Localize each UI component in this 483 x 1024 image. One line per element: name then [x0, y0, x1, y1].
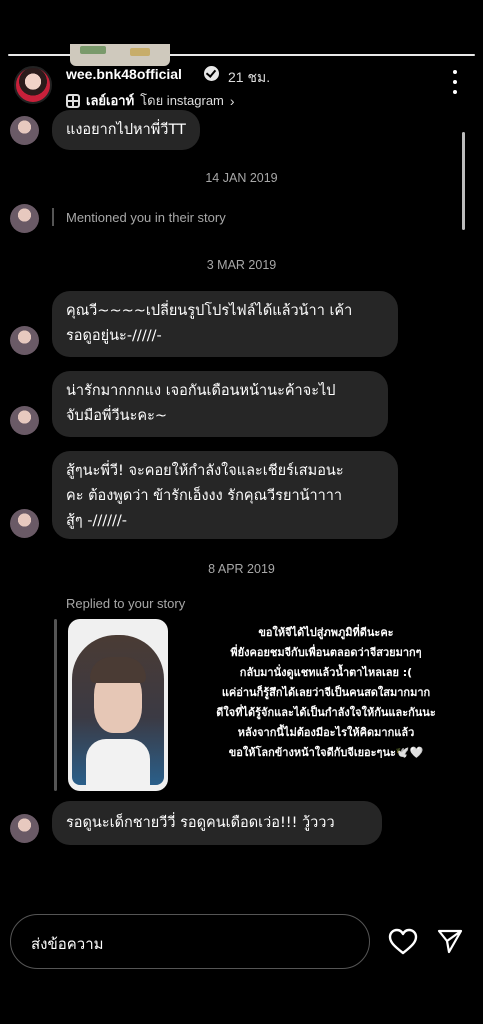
layout-label: เลย์เอาท์	[86, 93, 135, 108]
heart-icon[interactable]	[388, 928, 418, 956]
thumbnail-sticker	[80, 46, 106, 54]
sender-avatar	[10, 116, 39, 145]
message-bubble[interactable]: คุณวี~~~~เปลี่ยนรูปโปรไฟล์ได้แล้วน้าา เค…	[52, 291, 398, 357]
sender-avatar	[10, 814, 39, 843]
reply-bar	[54, 619, 57, 791]
message-bubble[interactable]: สู้ๆนะพี่วี! จะคอยให้กำลังใจและเชียร์เสม…	[52, 451, 398, 539]
story-caption: ขอให้จีได้ไปสู่ภพภูมิที่ดีนะคะ พี่ยังคอย…	[216, 626, 436, 759]
story-photo-shirt	[86, 739, 150, 791]
post-time: 21 ชม.	[228, 69, 271, 85]
send-icon[interactable]	[436, 927, 464, 955]
layout-icon	[66, 93, 80, 108]
sender-avatar	[10, 326, 39, 355]
sender-avatar	[10, 204, 39, 233]
layout-suffix: โดย instagram	[140, 93, 224, 108]
username[interactable]: wee.bnk48official	[66, 66, 182, 82]
replied-to-story-label: Replied to your story	[66, 596, 186, 611]
sender-avatar	[10, 406, 39, 435]
message-bubble[interactable]: รอดูนะเด็กชายวีวี่ รอดูคนเดือดเว่อ!!! วู…	[52, 801, 382, 845]
verified-icon	[204, 66, 219, 81]
message-bubble[interactable]: แงอยากไปหาพี่วีTT	[52, 110, 200, 150]
message-input-placeholder: ส่งข้อความ	[31, 935, 104, 953]
thumbnail-sticker	[130, 48, 150, 56]
date-separator: 14 JAN 2019	[205, 171, 278, 185]
mention-bar	[52, 208, 54, 226]
date-separator: 8 APR 2019	[208, 562, 275, 576]
date-separator: 3 MAR 2019	[206, 258, 277, 272]
profile-avatar[interactable]	[14, 66, 52, 104]
message-input[interactable]: ส่งข้อความ	[10, 914, 370, 969]
story-photo-bangs	[90, 657, 146, 683]
more-icon[interactable]	[446, 70, 464, 94]
story-mention[interactable]: Mentioned you in their story	[52, 208, 226, 226]
story-reply-thumbnail[interactable]	[68, 619, 168, 791]
sender-avatar	[10, 509, 39, 538]
message-bubble[interactable]: น่ารักมากกกแง เจอกันเดือนหน้านะค้าจะไป จ…	[52, 371, 388, 437]
mention-text: Mentioned you in their story	[66, 209, 226, 225]
chevron-right-icon: ›	[229, 92, 235, 109]
layout-attribution[interactable]: เลย์เอาท์ โดย instagram ›	[66, 90, 235, 111]
chat-header: wee.bnk48official 21 ชม. เลย์เอาท์ โดย i…	[0, 60, 483, 112]
